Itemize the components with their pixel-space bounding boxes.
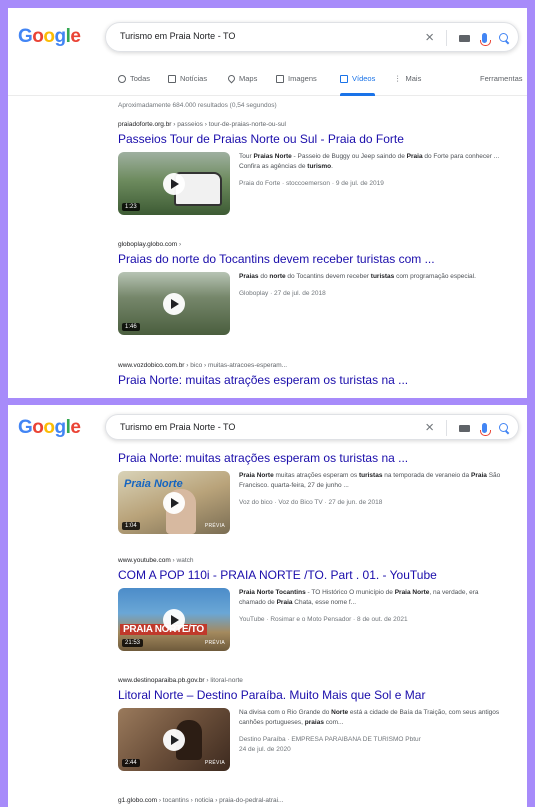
result-title-link[interactable]: Praia Norte: muitas atrações esperam os …	[118, 451, 518, 465]
video-duration: 1:04	[122, 522, 140, 530]
google-logo[interactable]: Google	[18, 26, 81, 48]
video-thumbnail[interactable]: Praia Norte 1:04 PRÉVIA	[118, 471, 230, 534]
video-thumbnail[interactable]: 1:46	[118, 272, 230, 335]
tab-videos[interactable]: Vídeos	[340, 74, 376, 96]
tab-imagens[interactable]: Imagens	[276, 74, 317, 83]
screenshot-panel-bottom: Google Turismo em Praia Norte - TO × Pra…	[8, 405, 527, 807]
video-duration: 1:46	[122, 323, 140, 331]
map-pin-icon	[226, 73, 237, 84]
video-duration: 1:23	[122, 203, 140, 211]
screenshot-panel-top: Google Turismo em Praia Norte - TO × Tod…	[8, 8, 527, 398]
result-snippet: Praia Norte Tocantins - TO Histórico O m…	[239, 589, 479, 606]
video-thumbnail[interactable]: 1:23	[118, 152, 230, 215]
logo-letter: G	[18, 417, 33, 438]
result-snippet: Na divisa com o Rio Grande do Norte está…	[239, 709, 500, 726]
logo-letter: o	[32, 417, 44, 438]
result-url[interactable]: globoplay.globo.com ›	[118, 241, 518, 248]
video-icon	[340, 74, 348, 83]
google-logo[interactable]: Google	[18, 417, 81, 439]
logo-letter: o	[43, 26, 55, 47]
tab-todas[interactable]: Todas	[118, 74, 150, 83]
search-result: www.destinoparaiba.pb.gov.br › litoral-n…	[118, 677, 518, 771]
result-title-link[interactable]: Praia Norte: muitas atrações esperam os …	[118, 373, 518, 387]
search-result: g1.globo.com › tocantins › noticia › pra…	[118, 797, 518, 804]
play-icon	[163, 491, 185, 514]
result-snippet: Praia Norte muitas atrações esperam os t…	[239, 472, 501, 489]
tab-mais[interactable]: ⋮ Mais	[394, 74, 421, 83]
video-thumbnail[interactable]: PRAIA NORTE/TO 21:53 PRÉVIA	[118, 588, 230, 651]
preview-label: PRÉVIA	[204, 760, 225, 766]
preview-label: PRÉVIA	[204, 640, 225, 646]
search-box[interactable]: Turismo em Praia Norte - TO ×	[105, 414, 519, 440]
search-result: praiadoforte.org.br › passeios › tour-de…	[118, 121, 518, 215]
tab-ferramentas[interactable]: Ferramentas	[480, 74, 523, 83]
thumbnail-banner: PRAIA NORTE/TO	[120, 624, 207, 635]
video-thumbnail[interactable]: 2:44 PRÉVIA	[118, 708, 230, 771]
result-url[interactable]: www.youtube.com › watch	[118, 557, 518, 564]
result-snippet: Praias do norte do Tocantins devem receb…	[239, 273, 476, 280]
result-title-link[interactable]: COM A POP 110i - PRAIA NORTE /TO. Part .…	[118, 568, 518, 582]
search-header: Google Turismo em Praia Norte - TO ×	[8, 405, 527, 447]
result-meta: Destino Paraíba · EMPRESA PARAIBANA DE T…	[239, 736, 421, 753]
play-icon	[163, 728, 185, 751]
thumbnail-logo: Praia Norte	[124, 478, 183, 490]
result-snippet: Tour Praias Norte - Passeio de Buggy ou …	[239, 153, 500, 170]
preview-label: PRÉVIA	[204, 523, 225, 529]
play-icon	[163, 172, 185, 195]
search-header: Google Turismo em Praia Norte - TO ×	[8, 8, 527, 64]
divider	[446, 420, 447, 436]
search-icon[interactable]	[499, 422, 510, 434]
clear-icon[interactable]: ×	[425, 419, 434, 437]
result-stats: Aproximadamente 684.000 resultados (0,54…	[118, 102, 277, 109]
keyboard-icon[interactable]	[459, 424, 470, 432]
result-url[interactable]: www.vozdobico.com.br › bico › muitas-atr…	[118, 362, 518, 369]
logo-letter: G	[18, 26, 33, 47]
logo-letter: e	[70, 26, 81, 47]
search-result: globoplay.globo.com › Praias do norte do…	[118, 241, 518, 335]
play-icon	[163, 608, 185, 631]
news-icon	[168, 74, 176, 83]
microphone-icon[interactable]	[480, 423, 491, 436]
result-meta: Voz do bico · Voz do Bico TV · 27 de jun…	[239, 499, 383, 506]
result-meta: Praia do Forte · stoccoemerson · 9 de ju…	[239, 180, 384, 187]
result-url[interactable]: g1.globo.com › tocantins › noticia › pra…	[118, 797, 518, 804]
search-result: www.youtube.com › watch COM A POP 110i -…	[118, 557, 518, 651]
result-meta: YouTube · Rosimar e o Moto Pensador · 8 …	[239, 616, 408, 623]
result-title-link[interactable]: Praias do norte do Tocantins devem receb…	[118, 252, 518, 266]
keyboard-icon[interactable]	[459, 34, 470, 42]
video-duration: 21:53	[122, 639, 144, 647]
search-tabs: Todas Notícias Maps Imagens Vídeos ⋮ Mais…	[8, 66, 527, 96]
result-title-link[interactable]: Litoral Norte – Destino Paraíba. Muito M…	[118, 688, 518, 702]
logo-letter: o	[32, 26, 44, 47]
logo-letter: e	[70, 417, 81, 438]
result-meta: Globoplay · 27 de jul. de 2018	[239, 290, 326, 297]
search-input[interactable]: Turismo em Praia Norte - TO	[120, 31, 235, 41]
search-result: www.vozdobico.com.br › bico › muitas-atr…	[118, 362, 518, 387]
logo-letter: g	[54, 417, 67, 438]
more-icon: ⋮	[394, 74, 402, 83]
search-icon	[118, 74, 126, 83]
search-box[interactable]: Turismo em Praia Norte - TO ×	[105, 22, 519, 52]
result-url[interactable]: praiadoforte.org.br › passeios › tour-de…	[118, 121, 518, 128]
video-duration: 2:44	[122, 759, 140, 767]
image-icon	[276, 74, 284, 83]
play-icon	[163, 292, 185, 315]
clear-icon[interactable]: ×	[425, 29, 434, 47]
result-url[interactable]: www.destinoparaiba.pb.gov.br › litoral-n…	[118, 677, 518, 684]
search-input[interactable]: Turismo em Praia Norte - TO	[120, 422, 235, 432]
logo-letter: o	[43, 417, 55, 438]
divider	[446, 30, 447, 46]
search-icon[interactable]	[499, 32, 510, 44]
tab-noticias[interactable]: Notícias	[168, 74, 207, 83]
logo-letter: g	[54, 26, 67, 47]
search-result: Praia Norte: muitas atrações esperam os …	[118, 451, 518, 534]
microphone-icon[interactable]	[480, 33, 491, 46]
tab-maps[interactable]: Maps	[226, 73, 257, 84]
result-title-link[interactable]: Passeios Tour de Praias Norte ou Sul - P…	[118, 132, 518, 146]
